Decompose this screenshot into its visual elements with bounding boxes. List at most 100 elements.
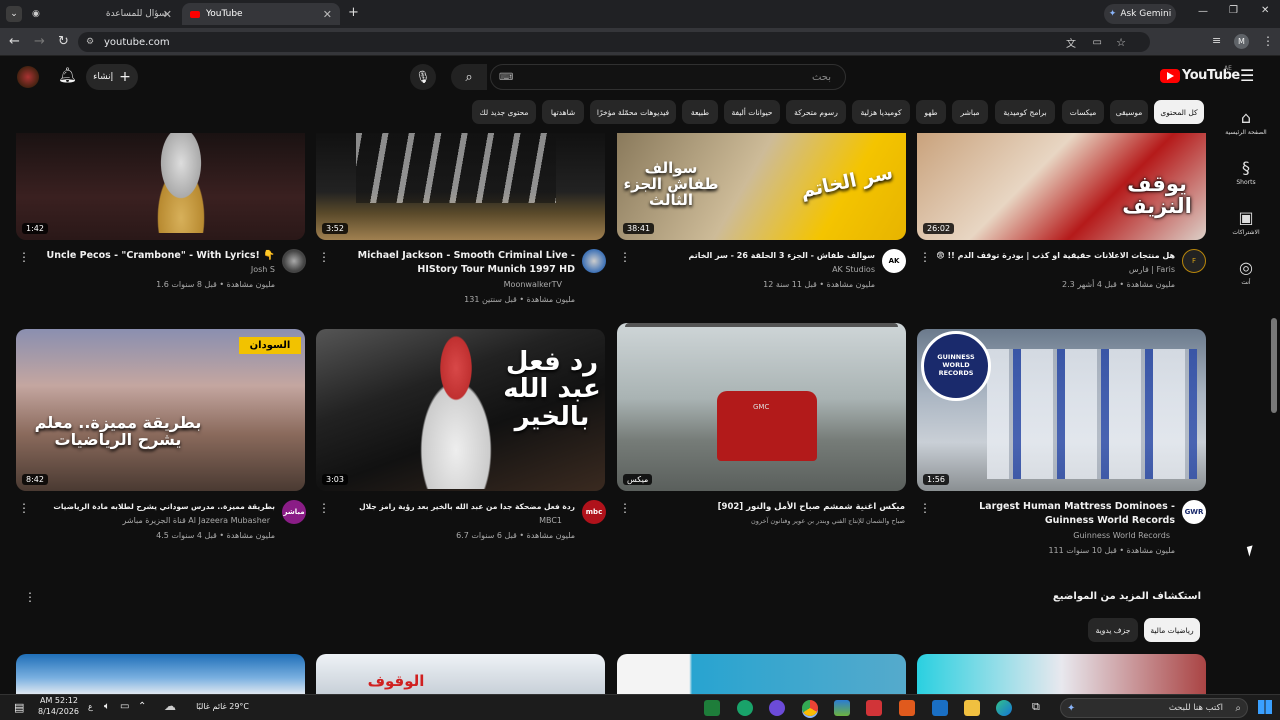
app-icon[interactable] bbox=[899, 700, 915, 716]
chevron-up-icon[interactable]: ⌃ bbox=[138, 701, 146, 712]
chip-comedy-shows[interactable]: برامج كوميدية bbox=[995, 100, 1055, 124]
network-icon[interactable]: ▭ bbox=[120, 701, 129, 712]
channel-avatar[interactable] bbox=[582, 249, 606, 273]
video-title[interactable]: Michael Jackson - Smooth Criminal Live -… bbox=[325, 249, 575, 277]
rail-you[interactable]: ◎ أنت bbox=[1218, 258, 1274, 286]
chip-animation[interactable]: رسوم متحركة bbox=[786, 100, 846, 124]
channel-name[interactable]: MBC1 bbox=[425, 516, 562, 525]
forward-arrow-icon[interactable]: → bbox=[34, 34, 45, 49]
more-options-icon[interactable]: ⋮ bbox=[619, 501, 631, 515]
close-icon[interactable]: ✕ bbox=[323, 8, 332, 21]
video-title[interactable]: ميكس اغنية شمشم صباح الأمل والنور [902] bbox=[645, 500, 905, 514]
channel-name[interactable]: فارس | Faris bbox=[1025, 265, 1175, 274]
terminal-app-icon[interactable] bbox=[704, 700, 720, 716]
mail-app-icon[interactable] bbox=[932, 700, 948, 716]
profile-avatar[interactable]: M bbox=[1234, 34, 1249, 49]
cast-icon[interactable]: ▭ bbox=[1093, 37, 1102, 48]
more-options-icon[interactable]: ⋮ bbox=[318, 501, 330, 515]
site-info-icon[interactable]: ⚙ bbox=[86, 37, 94, 47]
channel-avatar[interactable]: GWR bbox=[1182, 500, 1206, 524]
edge-icon[interactable] bbox=[996, 700, 1012, 716]
search-button[interactable]: ⌕ bbox=[451, 64, 487, 90]
chip-sketch-comedy[interactable]: كوميديا هزلية bbox=[852, 100, 910, 124]
channel-avatar[interactable]: مباشر bbox=[282, 500, 306, 524]
chip-mixes[interactable]: ميكسات bbox=[1062, 100, 1104, 124]
video-title[interactable]: Largest Human Mattress Dominoes - Guinne… bbox=[935, 500, 1175, 528]
more-options-icon[interactable]: ⋮ bbox=[24, 590, 36, 604]
rail-home[interactable]: ⌂ الصفحة الرئيسية bbox=[1218, 108, 1274, 136]
close-window-button[interactable]: ✕ bbox=[1261, 5, 1269, 16]
rail-shorts[interactable]: § Shorts bbox=[1218, 158, 1274, 186]
channel-name[interactable]: قناة الجزيرة مباشر Al Jazeera Mubasher bbox=[90, 516, 270, 525]
chip-all[interactable]: كل المحتوى bbox=[1154, 100, 1204, 124]
taskbar-search-input[interactable]: اكتب هنا للبحث ⌕ ✦ bbox=[1060, 698, 1248, 718]
weather-cloud-icon[interactable]: ☁ bbox=[164, 699, 176, 713]
video-thumbnail[interactable]: GMC ميكس bbox=[617, 323, 906, 491]
more-options-icon[interactable]: ⋮ bbox=[619, 250, 631, 264]
clock-time[interactable]: AM 52:12 bbox=[40, 696, 78, 705]
task-view-icon[interactable]: ⧉ bbox=[1032, 700, 1040, 714]
video-thumbnail[interactable]: يوقف النزيف 26:02 bbox=[917, 133, 1206, 240]
video-thumbnail[interactable]: الوقوف bbox=[316, 654, 605, 694]
more-options-icon[interactable]: ⋮ bbox=[919, 501, 931, 515]
video-title[interactable]: Uncle Pecos - "Crambone" - With Lyrics! … bbox=[40, 249, 276, 263]
app-icon[interactable] bbox=[866, 700, 882, 716]
minimize-button[interactable]: — bbox=[1198, 6, 1208, 17]
channel-name[interactable]: MoonwalkerTV bbox=[425, 280, 562, 289]
notifications-bell-icon[interactable]: 🔔︎ bbox=[58, 66, 77, 84]
channel-name[interactable]: صباح والشمان للإنتاج الفني وبندر بن عوير… bbox=[680, 517, 905, 525]
video-title[interactable]: هل منتجات الاعلانات حقيقية او كذب | بودر… bbox=[935, 249, 1175, 263]
video-title[interactable]: سوالف طفاش - الجزء 3 الحلقة 26 - سر الخا… bbox=[640, 249, 875, 263]
menu-kebab-icon[interactable]: ⋮ bbox=[1262, 34, 1274, 48]
ask-gemini-button[interactable]: ✦ Ask Gemini bbox=[1104, 4, 1176, 24]
video-thumbnail[interactable] bbox=[617, 654, 906, 694]
video-thumbnail[interactable]: GUINNESS WORLD RECORDS 1:56 bbox=[917, 329, 1206, 491]
rail-subscriptions[interactable]: ▣ الاشتراكات bbox=[1218, 208, 1274, 236]
video-thumbnail[interactable] bbox=[16, 654, 305, 694]
bookmark-star-icon[interactable]: ☆ bbox=[1116, 36, 1126, 49]
windows-start-icon[interactable] bbox=[1258, 700, 1272, 714]
video-thumbnail[interactable]: السودان بطريقة مميزة.. معلم يشرح الرياضي… bbox=[16, 329, 305, 491]
translate-icon[interactable]: 文 bbox=[1066, 35, 1076, 50]
more-options-icon[interactable]: ⋮ bbox=[318, 250, 330, 264]
channel-avatar[interactable] bbox=[282, 249, 306, 273]
video-thumbnail[interactable] bbox=[917, 654, 1206, 694]
keyboard-icon[interactable]: ⌨ bbox=[499, 72, 513, 83]
restore-button[interactable]: ❐ bbox=[1229, 5, 1238, 16]
video-thumbnail[interactable]: رد فعل عبد الله بالخير 3:03 bbox=[316, 329, 605, 491]
hamburger-menu-icon[interactable]: ☰ bbox=[1240, 66, 1254, 85]
clock-date[interactable]: 8/14/2026 bbox=[38, 707, 79, 716]
channel-name[interactable]: Guinness World Records bbox=[1025, 531, 1170, 540]
channel-name[interactable]: AK Studios bbox=[725, 265, 875, 274]
notification-center-icon[interactable]: ▤ bbox=[14, 701, 24, 714]
create-button[interactable]: إنشاء + bbox=[86, 64, 138, 90]
weather-text[interactable]: 29°C غائم غالبًا bbox=[184, 702, 249, 711]
topic-chip-financial-math[interactable]: رياضيات مالية bbox=[1144, 618, 1200, 642]
tab-search-icon[interactable]: ⌄ bbox=[6, 6, 22, 22]
chip-new-to-you[interactable]: محتوى جديد لك bbox=[472, 100, 536, 124]
tab-youtube[interactable]: YouTube ✕ bbox=[182, 3, 340, 25]
chip-live[interactable]: مباشر bbox=[952, 100, 988, 124]
video-title[interactable]: بطريقة مميزة.. مدرس سوداني يشرح لطلابه م… bbox=[40, 500, 275, 514]
chrome-icon[interactable] bbox=[802, 700, 818, 716]
store-app-icon[interactable] bbox=[834, 700, 850, 716]
video-thumbnail[interactable]: 1:42 bbox=[16, 133, 305, 240]
channel-avatar[interactable]: mbc bbox=[582, 500, 606, 524]
video-thumbnail[interactable]: سوالف طفاش الجزء الثالث سر الخاتم 38:41 bbox=[617, 133, 906, 240]
address-bar[interactable]: ⚙ youtube.com 文 ▭ ☆ bbox=[78, 32, 1150, 52]
chip-nature[interactable]: طبيعة bbox=[682, 100, 718, 124]
media-app-icon[interactable] bbox=[769, 700, 785, 716]
channel-avatar[interactable] bbox=[17, 66, 39, 88]
chip-pets[interactable]: حيوانات أليفة bbox=[724, 100, 780, 124]
app-icon[interactable] bbox=[737, 700, 753, 716]
search-input[interactable]: بحث ⌨ bbox=[490, 64, 846, 90]
chip-watched[interactable]: شاهدتها bbox=[542, 100, 584, 124]
chip-recently-uploaded[interactable]: فيديوهات محمّلة مؤخرًا bbox=[590, 100, 676, 124]
voice-search-button[interactable]: 🎙︎ bbox=[410, 64, 436, 90]
video-thumbnail[interactable]: 3:52 bbox=[316, 133, 605, 240]
reload-icon[interactable]: ↻ bbox=[58, 34, 69, 49]
channel-avatar[interactable]: AK bbox=[882, 249, 906, 273]
reading-list-icon[interactable]: ≡ bbox=[1212, 34, 1221, 47]
channel-avatar[interactable]: F bbox=[1182, 249, 1206, 273]
more-options-icon[interactable]: ⋮ bbox=[18, 501, 30, 515]
